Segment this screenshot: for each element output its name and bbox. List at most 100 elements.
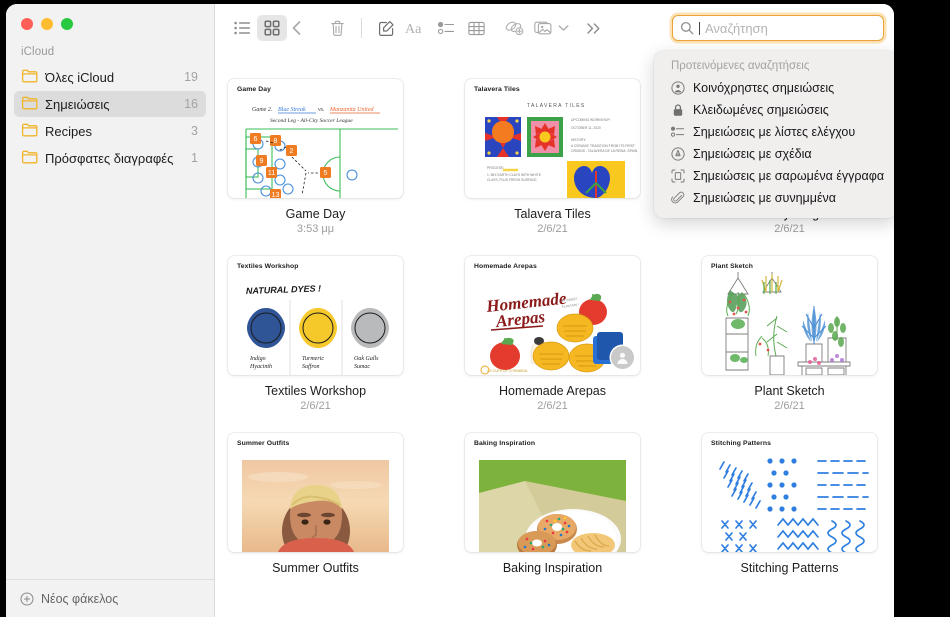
note-card[interactable]: TALAVERA TILES UPCOMING WORKSHOP: OCTOBER…	[465, 79, 640, 235]
note-thumbnail[interactable]: Baking Inspiration	[465, 433, 640, 552]
suggestion-item-3[interactable]: Σημειώσεις με σχέδια	[654, 143, 894, 165]
suggestion-item-1[interactable]: Κλειδωμένες σημειώσεις	[654, 99, 894, 121]
suggestion-item-4[interactable]: Σημειώσεις με σαρωμένα έγγραφα	[654, 165, 894, 187]
sidebar-item-1[interactable]: Σημειώσεις 16	[14, 91, 206, 117]
new-folder-button[interactable]: Νέος φάκελος	[6, 579, 214, 617]
suggestion-label: Σημειώσεις με σαρωμένα έγγραφα	[693, 169, 885, 183]
suggestion-label: Κλειδωμένες σημειώσεις	[693, 103, 829, 117]
note-title: Game Day	[285, 207, 346, 221]
new-folder-label: Νέος φάκελος	[41, 591, 119, 606]
sidebar-item-count: 3	[191, 124, 198, 138]
add-people-button[interactable]	[499, 15, 529, 41]
note-thumbnail[interactable]: Game 2. Blue Streak vs. Manzanita United…	[228, 79, 403, 198]
drawing-circle-icon	[671, 147, 685, 161]
svg-text:ORIGINS - TALAVERA DE LA REINA: ORIGINS - TALAVERA DE LA REINA, SPAIN	[571, 149, 638, 153]
svg-text:13: 13	[272, 192, 280, 198]
back-button[interactable]	[282, 15, 312, 41]
search-area: Αναζήτηση Προτεινόμενες αναζητήσεις Κοιν…	[654, 15, 894, 218]
svg-text:Second Leg - All-City Soccer L: Second Leg - All-City Soccer League	[270, 118, 353, 124]
shared-avatar-badge	[611, 346, 634, 369]
delete-button[interactable]	[322, 15, 352, 41]
note-thumbnail[interactable]: Stitching Patterns	[702, 433, 877, 552]
list-view-button[interactable]	[227, 15, 257, 41]
sidebar-item-2[interactable]: Recipes 3	[14, 118, 206, 144]
sidebar-item-count: 16	[184, 97, 198, 111]
sidebar-item-0[interactable]: Όλες iCloud 19	[14, 64, 206, 90]
note-date: 2/6/21	[774, 223, 805, 235]
note-thumbnail-art	[228, 433, 403, 552]
svg-text:1½ CUPS OF CORNMEAL: 1½ CUPS OF CORNMEAL	[487, 369, 528, 373]
note-card[interactable]: Plant Sketch Plant Sketch 2/6/21	[702, 256, 877, 412]
search-icon	[680, 21, 694, 35]
note-title: Plant Sketch	[754, 384, 825, 398]
notes-window: iCloud Όλες iCloud 19 Σημειώσεις 16 Recipes 3…	[6, 4, 894, 617]
suggestion-item-5[interactable]: Σημειώσεις με συνημμένα	[654, 187, 894, 209]
svg-text:PROCESS:: PROCESS:	[487, 166, 504, 170]
minimize-window-button[interactable]	[41, 18, 53, 30]
svg-text:vs.: vs.	[318, 107, 325, 113]
search-placeholder: Αναζήτηση	[705, 20, 768, 36]
checklist-button[interactable]	[431, 15, 461, 41]
note-thumbnail-art	[465, 433, 640, 552]
note-thumbnail[interactable]: Homemade Arepas MY SWEET PLANTAIN ! 1½ CUP…	[465, 256, 640, 375]
table-button[interactable]	[461, 15, 491, 41]
note-date: 2/6/21	[300, 400, 331, 412]
svg-text:Game 2.: Game 2.	[252, 107, 272, 113]
folder-icon	[21, 150, 38, 167]
svg-text:8: 8	[274, 138, 278, 145]
svg-text:OCTOBER 11, 2020: OCTOBER 11, 2020	[571, 126, 601, 130]
search-input[interactable]: Αναζήτηση	[672, 15, 884, 41]
new-note-button[interactable]	[371, 15, 401, 41]
note-date: 2/6/21	[537, 400, 568, 412]
media-icon	[534, 20, 554, 36]
note-card[interactable]: NATURAL DYES ! Indigo Hyacinth Turmeric Sa…	[228, 256, 403, 412]
svg-text:Indigo: Indigo	[249, 356, 266, 362]
sidebar: iCloud Όλες iCloud 19 Σημειώσεις 16 Recipes 3…	[6, 4, 215, 617]
media-dropdown[interactable]	[555, 15, 571, 41]
svg-text:Turmeric: Turmeric	[302, 356, 324, 362]
suggestion-item-2[interactable]: Σημειώσεις με λίστες ελέγχου	[654, 121, 894, 143]
note-card[interactable]: Homemade Arepas MY SWEET PLANTAIN ! 1½ CUP…	[465, 256, 640, 412]
folder-icon	[21, 123, 38, 140]
note-title: Stitching Patterns	[740, 561, 839, 575]
note-title: Summer Outfits	[272, 561, 359, 575]
note-thumbnail[interactable]: Plant Sketch	[702, 256, 877, 375]
note-card[interactable]: Game 2. Blue Streak vs. Manzanita United…	[228, 79, 403, 235]
note-thumbnail-art	[702, 433, 877, 552]
svg-text:9: 9	[260, 158, 264, 165]
note-thumbnail-art	[702, 256, 877, 375]
compose-icon	[378, 20, 395, 37]
svg-text:6: 6	[254, 136, 258, 143]
svg-text:Hyacinth: Hyacinth	[249, 364, 272, 370]
note-thumbnail[interactable]: TALAVERA TILES UPCOMING WORKSHOP: OCTOBER…	[465, 79, 640, 198]
list-view-icon	[233, 21, 251, 35]
search-suggestions-popup: Προτεινόμενες αναζητήσεις Κοινόχρηστες σ…	[654, 51, 894, 218]
checklist-icon	[671, 125, 685, 139]
note-card[interactable]: Stitching Patterns Stitching Patterns	[702, 433, 877, 575]
note-thumbnail[interactable]: Summer Outfits	[228, 433, 403, 552]
note-title: Textiles Workshop	[264, 384, 367, 398]
svg-text:Blue Streak: Blue Streak	[278, 107, 306, 113]
note-card[interactable]: Baking Inspiration Baking Inspiration	[465, 433, 640, 575]
window-controls	[6, 4, 214, 30]
checklist-icon	[437, 21, 455, 35]
lock-icon	[671, 103, 685, 117]
suggestion-label: Σημειώσεις με συνημμένα	[693, 191, 837, 205]
format-button[interactable]: Aa	[401, 15, 431, 41]
svg-text:HISTORY:: HISTORY:	[571, 138, 586, 142]
svg-text:A CERAMIC TRADITION FROM ITS F: A CERAMIC TRADITION FROM ITS FIRST	[571, 144, 635, 148]
note-thumbnail[interactable]: NATURAL DYES ! Indigo Hyacinth Turmeric Sa…	[228, 256, 403, 375]
sidebar-item-3[interactable]: Πρόσφατες διαγραφές 1	[14, 145, 206, 171]
sidebar-item-label: Όλες iCloud	[45, 69, 115, 85]
paperclip-icon	[671, 191, 685, 205]
svg-text:5: 5	[324, 170, 328, 177]
suggestion-item-0[interactable]: Κοινόχρηστες σημειώσεις	[654, 77, 894, 99]
note-thumbnail-art: NATURAL DYES ! Indigo Hyacinth Turmeric Sa…	[228, 256, 403, 375]
note-card[interactable]: Summer Outfits Summer Outfits	[228, 433, 403, 575]
zoom-window-button[interactable]	[61, 18, 73, 30]
more-toolbar-button[interactable]	[579, 15, 609, 41]
toolbar-divider	[361, 18, 362, 38]
folder-icon	[21, 69, 38, 86]
text-caret	[699, 21, 700, 35]
close-window-button[interactable]	[21, 18, 33, 30]
